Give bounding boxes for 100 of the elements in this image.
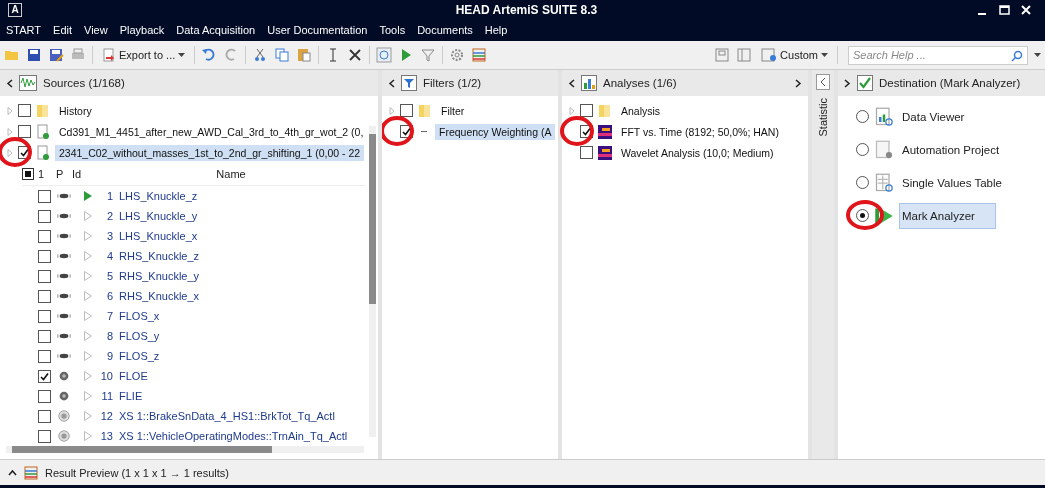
tree-item[interactable]: 2341_C02_without_masses_1st_to_2nd_gr_shifting_1 (0,00 - 22 [55, 144, 365, 161]
tree-item[interactable]: Frequency Weighting (A [435, 123, 556, 140]
clock-icon[interactable] [376, 47, 393, 63]
save-icon[interactable] [26, 47, 42, 63]
window-title: HEAD ArtemiS SUITE 8.3 [454, 2, 599, 17]
tree-item[interactable]: FFT vs. Time (8192; 50,0%; HAN) [617, 123, 783, 140]
menu-item[interactable]: Documents [417, 24, 473, 36]
side-panel-tab[interactable]: Statistic [812, 70, 834, 459]
layout-person-icon [761, 47, 778, 63]
checkbox[interactable] [18, 125, 31, 138]
collapse-left-icon[interactable] [568, 78, 575, 88]
copy-icon[interactable] [274, 47, 291, 63]
channel-name[interactable]: FLIE [119, 390, 143, 402]
checkbox[interactable] [580, 146, 593, 159]
menu-item[interactable]: Edit [53, 24, 72, 36]
caret-icon[interactable] [1034, 52, 1041, 58]
settings-icon[interactable] [449, 47, 466, 63]
filter-icon [401, 75, 417, 91]
checkbox[interactable] [580, 104, 593, 117]
channel-name[interactable]: FLOS_z [119, 350, 160, 362]
document-gear-icon [874, 139, 894, 160]
tree-item[interactable]: Analysis [617, 102, 665, 119]
spectrogram-icon [597, 123, 613, 140]
checkmark-icon [857, 75, 873, 91]
radio-button[interactable] [856, 143, 869, 156]
channel-name[interactable]: XS 1::BrakeSnData_4_HS1::BrkTot_Tq_Actl [119, 410, 335, 422]
radio-button[interactable] [856, 209, 869, 222]
tree-item[interactable]: History [55, 102, 96, 119]
collapse-left-icon[interactable] [388, 78, 395, 88]
checkbox[interactable] [38, 269, 51, 283]
destination-option[interactable]: Single Values Table [899, 169, 1023, 196]
export-button[interactable]: Export to ... [99, 48, 189, 62]
channel-id: 9 [105, 350, 113, 362]
checkbox[interactable] [400, 104, 413, 117]
channel-id: 11 [100, 390, 113, 402]
checkbox[interactable] [38, 289, 51, 303]
paste-icon[interactable] [296, 47, 313, 63]
checkbox[interactable] [38, 229, 51, 243]
checkbox[interactable] [38, 369, 51, 383]
menu-item[interactable]: Data Acquisition [176, 24, 256, 36]
menu-item[interactable]: User Documentation [267, 24, 368, 36]
channel-id: 2 [105, 210, 113, 222]
checkbox[interactable] [38, 249, 51, 263]
channel-name[interactable]: LHS_Knuckle_y [119, 210, 198, 222]
expand-up-icon[interactable] [8, 469, 17, 476]
checkbox[interactable] [38, 209, 51, 223]
channel-name[interactable]: FLOS_x [119, 310, 160, 322]
vertical-scrollbar[interactable] [369, 126, 376, 437]
destination-option[interactable]: Automation Project [899, 136, 1021, 163]
channel-name[interactable]: FLOS_y [119, 330, 160, 342]
menu-item[interactable]: Playback [119, 24, 165, 36]
channel-name[interactable]: RHS_Knuckle_z [119, 250, 200, 262]
column-header[interactable]: Name [96, 168, 366, 180]
search-field[interactable]: Search Help ... [848, 45, 1028, 65]
checkbox[interactable] [38, 429, 51, 443]
menu-item[interactable]: View [84, 24, 108, 36]
tree-item[interactable]: Filter [437, 102, 469, 119]
select-all-checkbox[interactable] [22, 168, 34, 180]
menu-item[interactable]: Tools [379, 24, 406, 36]
checkbox[interactable] [38, 329, 51, 343]
horizontal-scrollbar[interactable] [6, 446, 364, 453]
channel-name[interactable]: XS 1::VehicleOperatingModes::TrnAin_Tq_Actl [119, 430, 348, 442]
radio-button[interactable] [856, 176, 869, 189]
channel-name[interactable]: LHS_Knuckle_x [119, 230, 198, 242]
menu-item[interactable]: START [6, 24, 42, 36]
checkbox[interactable] [38, 389, 51, 403]
column-header[interactable]: P [56, 168, 72, 180]
tree-item[interactable]: Cd391_M1_4451_after_new_AWD_Cal_3rd_to_4th_gr_wot_2 (0, [55, 123, 368, 140]
column-header[interactable]: 1 [38, 168, 56, 180]
channel-name[interactable]: FLOE [119, 370, 148, 382]
expand-left-icon[interactable] [816, 74, 830, 90]
tree-item[interactable]: Wavelet Analysis (10,0; Medium) [617, 144, 778, 161]
caret-icon [821, 52, 828, 58]
abacus-icon[interactable] [471, 47, 488, 63]
maximize-icon[interactable] [998, 4, 1010, 15]
layout-dropdown[interactable]: Custom [758, 47, 831, 63]
destination-option[interactable]: Data Viewer [899, 103, 986, 130]
checkbox[interactable] [38, 189, 51, 203]
channel-name[interactable]: LHS_Knuckle_z [119, 190, 198, 202]
collapse-left-icon[interactable] [6, 78, 13, 88]
expand-right-icon[interactable] [795, 78, 802, 88]
channel-name[interactable]: RHS_Knuckle_x [119, 290, 200, 302]
channel-name[interactable]: RHS_Knuckle_y [119, 270, 200, 282]
expand-right-icon[interactable] [844, 78, 851, 88]
app-logo: A [8, 2, 22, 17]
column-header[interactable]: Id [72, 168, 96, 180]
checkbox[interactable] [38, 349, 51, 363]
destination-option[interactable]: Mark Analyzer [899, 202, 996, 229]
radio-button[interactable] [856, 110, 869, 123]
close-icon[interactable] [1021, 4, 1031, 15]
save-as-icon[interactable] [48, 47, 64, 63]
checkbox[interactable] [38, 409, 51, 423]
checkbox[interactable] [18, 104, 31, 117]
channel-id: 4 [105, 250, 113, 262]
delete-icon[interactable] [347, 47, 364, 63]
channel-id: 6 [105, 290, 113, 302]
play-icon[interactable] [83, 190, 93, 202]
checkbox[interactable] [38, 309, 51, 323]
channel-id: 12 [99, 410, 113, 422]
menu-item[interactable]: Help [484, 24, 508, 36]
